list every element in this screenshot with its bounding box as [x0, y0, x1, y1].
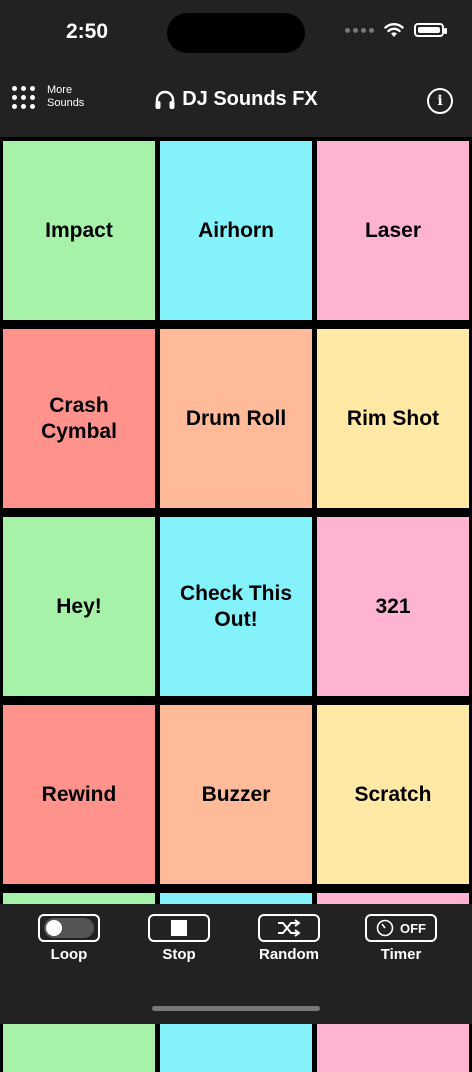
status-icons: [345, 22, 447, 38]
random-label: Random: [259, 946, 319, 963]
info-icon[interactable]: i: [427, 88, 453, 114]
signal-icon: [345, 27, 374, 33]
loop-label: Loop: [50, 946, 88, 963]
home-indicator: [152, 1006, 320, 1011]
sound-pad[interactable]: Rim Shot: [317, 329, 469, 508]
shuffle-icon: [278, 919, 301, 937]
timer-button[interactable]: OFF Timer: [365, 914, 437, 963]
status-time: 2:50: [66, 20, 109, 43]
sound-pad[interactable]: Crash Cymbal: [3, 329, 155, 508]
stop-button[interactable]: Stop: [148, 914, 210, 963]
random-button[interactable]: Random: [258, 914, 320, 963]
sound-pad[interactable]: Airhorn: [160, 141, 312, 320]
random-box[interactable]: [258, 914, 320, 942]
page-title: DJ Sounds FX: [182, 88, 318, 110]
sound-pad[interactable]: Drum Roll: [160, 329, 312, 508]
timer-box[interactable]: OFF: [365, 914, 437, 942]
sound-pad[interactable]: 321: [317, 517, 469, 696]
headphones-icon: [155, 90, 175, 109]
timer-label: Timer: [380, 946, 422, 963]
loop-button[interactable]: Loop: [38, 914, 100, 963]
stop-icon: [171, 920, 187, 936]
sound-pad[interactable]: Scratch: [317, 705, 469, 884]
app-title: DJ Sounds FX: [0, 88, 472, 111]
timer-icon: [376, 919, 394, 937]
sound-pad[interactable]: Rewind: [3, 705, 155, 884]
sound-pad[interactable]: Impact: [3, 141, 155, 320]
sound-pad[interactable]: Hey!: [3, 517, 155, 696]
sound-pad[interactable]: Buzzer: [160, 705, 312, 884]
toggle-icon: [44, 918, 94, 938]
loop-toggle[interactable]: [38, 914, 100, 942]
stop-label: Stop: [162, 946, 196, 963]
stop-box[interactable]: [148, 914, 210, 942]
sound-pad[interactable]: Laser: [317, 141, 469, 320]
sound-pad[interactable]: Check This Out!: [160, 517, 312, 696]
top-bar: 2:50 More Sounds DJ Sounds FX i: [0, 0, 472, 137]
dynamic-island: [167, 13, 305, 53]
timer-state: OFF: [400, 920, 426, 936]
battery-icon: [414, 23, 447, 37]
wifi-icon: [384, 23, 404, 37]
